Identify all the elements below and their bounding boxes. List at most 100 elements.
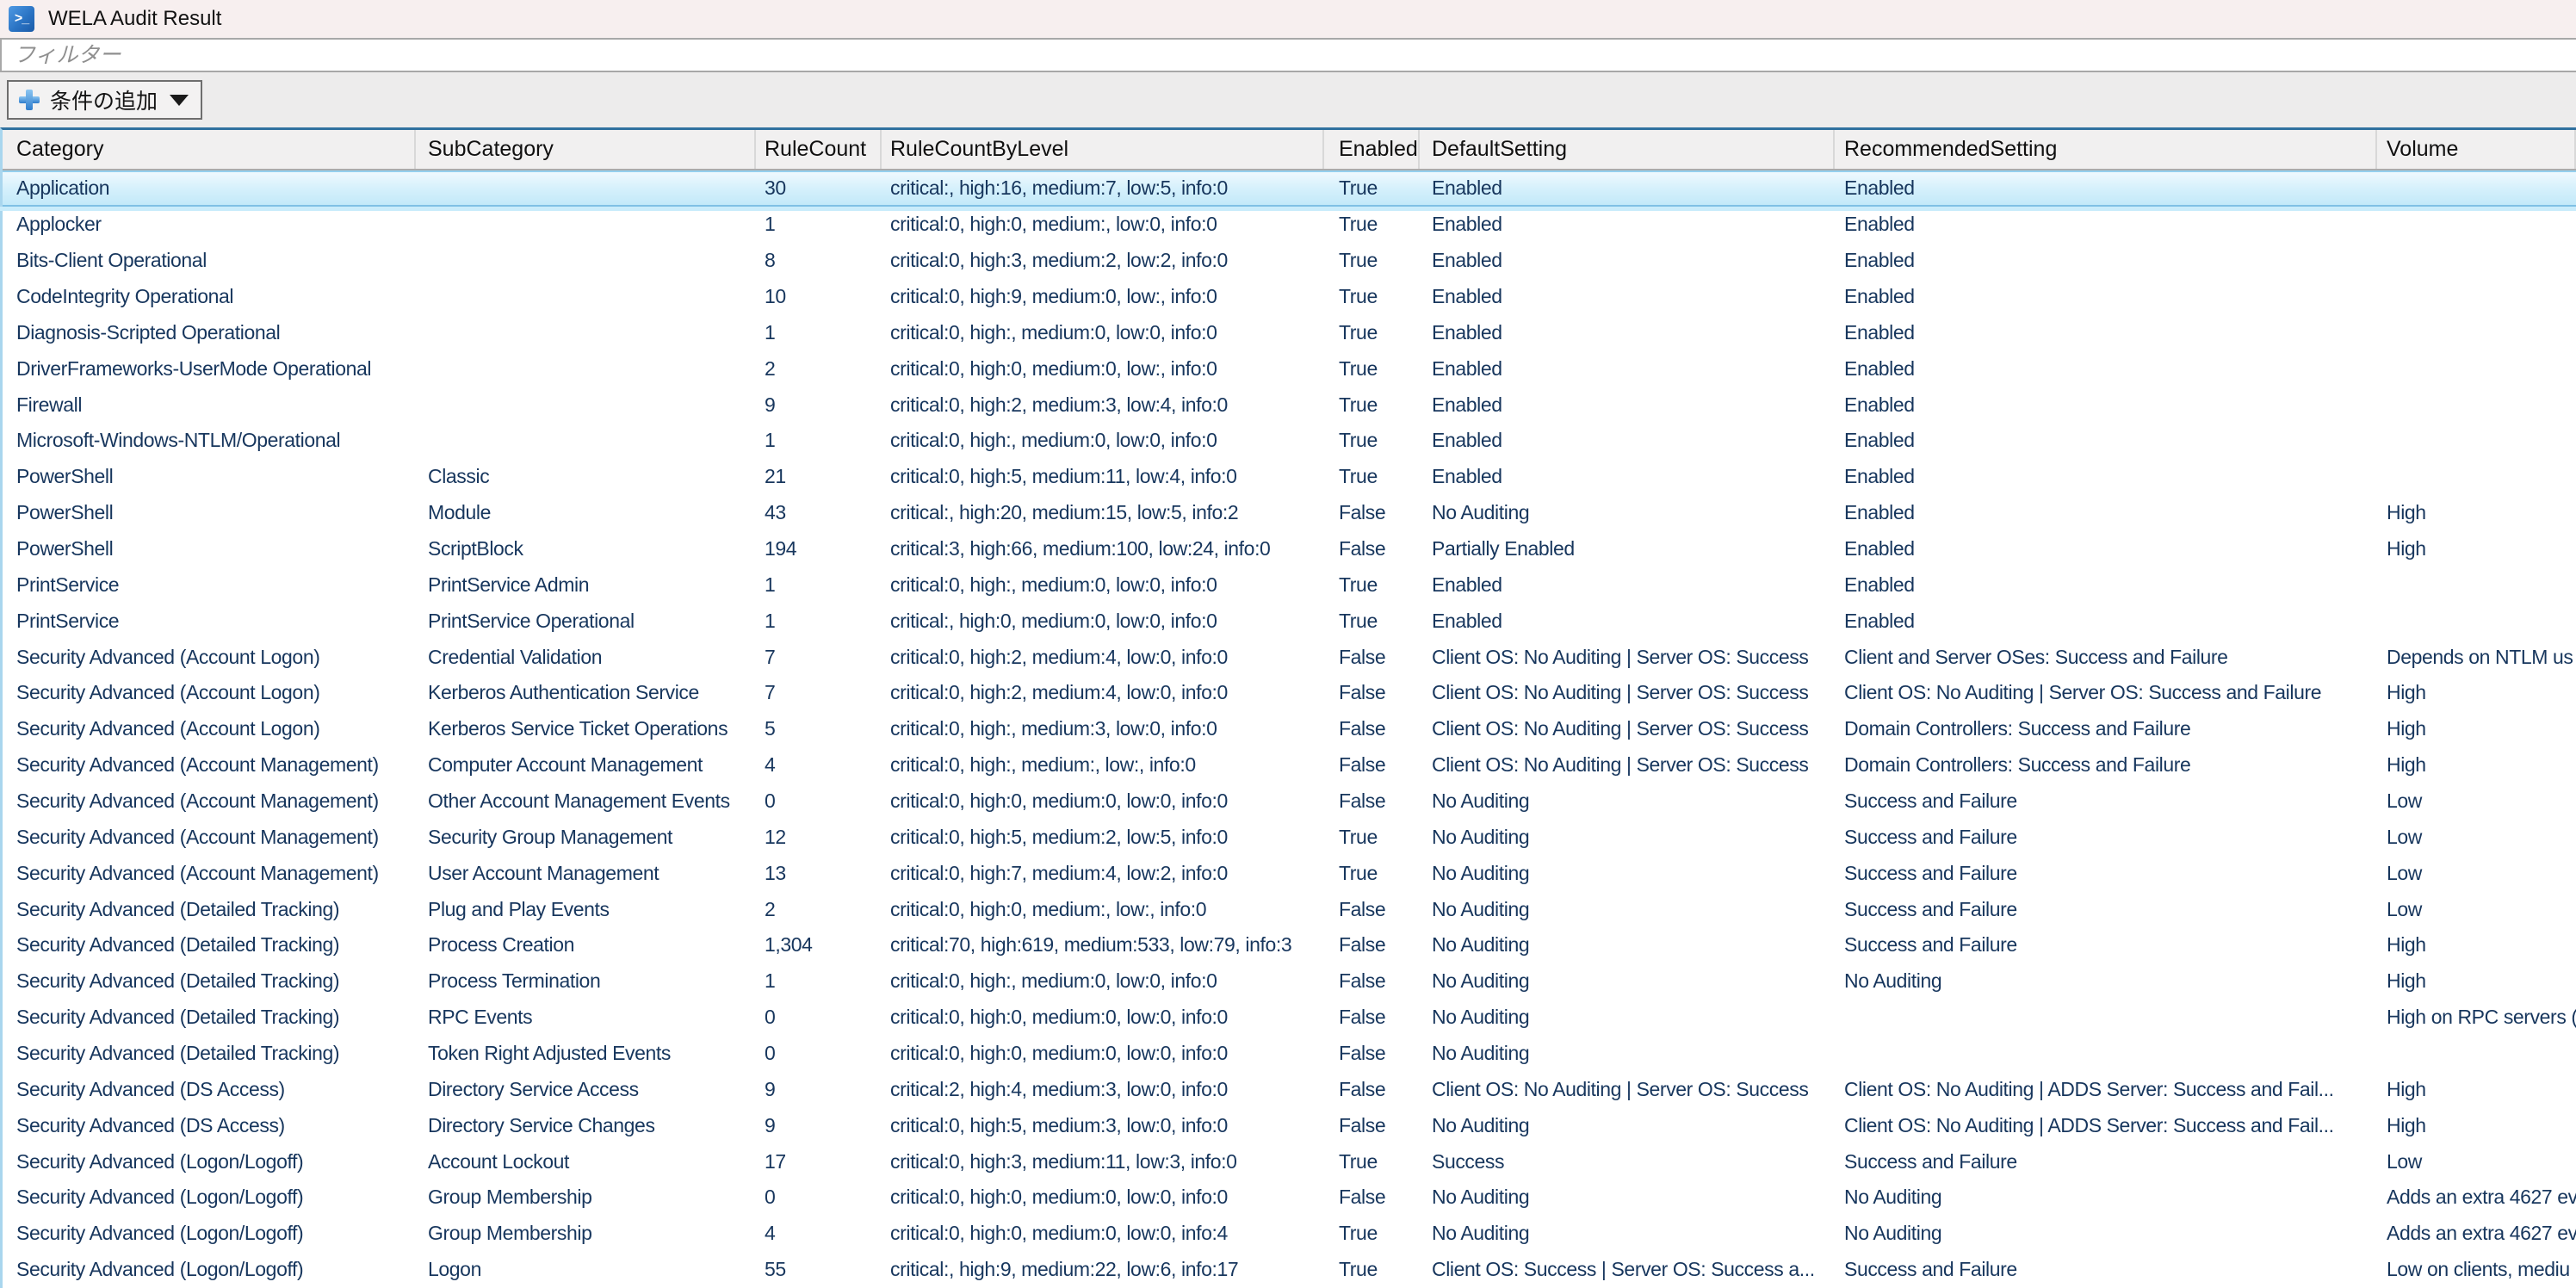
- cell-rulecount[interactable]: 1: [756, 207, 882, 243]
- cell-rulecountbylevel[interactable]: critical:0, high:5, medium:3, low:0, inf…: [882, 1107, 1324, 1143]
- cell-subcategory[interactable]: Token Right Adjusted Events: [416, 1036, 756, 1072]
- table-row[interactable]: Security Advanced (Account Management)Co…: [3, 747, 2576, 783]
- add-criteria-button[interactable]: 条件の追加: [7, 80, 202, 120]
- table-row[interactable]: Bits-Client Operational8critical:0, high…: [3, 243, 2576, 279]
- cell-category[interactable]: Security Advanced (DS Access): [3, 1071, 416, 1107]
- column-header-recommendedsetting[interactable]: RecommendedSetting: [1835, 130, 2377, 169]
- cell-defaultsetting[interactable]: Enabled: [1420, 603, 1835, 639]
- cell-recommendedsetting[interactable]: Enabled: [1835, 387, 2377, 423]
- table-row[interactable]: Firewall9critical:0, high:2, medium:3, l…: [3, 387, 2576, 423]
- cell-category[interactable]: Security Advanced (DS Access): [3, 1107, 416, 1143]
- cell-volume[interactable]: Adds an extra 4627 ev: [2377, 1216, 2576, 1252]
- cell-category[interactable]: Security Advanced (Detailed Tracking): [3, 1000, 416, 1036]
- cell-defaultsetting[interactable]: No Auditing: [1420, 1180, 1835, 1216]
- cell-defaultsetting[interactable]: No Auditing: [1420, 495, 1835, 531]
- cell-rulecountbylevel[interactable]: critical:2, high:4, medium:3, low:0, inf…: [882, 1071, 1324, 1107]
- cell-category[interactable]: Security Advanced (Account Management): [3, 747, 416, 783]
- cell-subcategory[interactable]: User Account Management: [416, 855, 756, 891]
- cell-volume[interactable]: Low: [2377, 855, 2576, 891]
- cell-category[interactable]: PowerShell: [3, 459, 416, 495]
- cell-subcategory[interactable]: Other Account Management Events: [416, 783, 756, 820]
- cell-rulecountbylevel[interactable]: critical:0, high:, medium:3, low:0, info…: [882, 711, 1324, 747]
- cell-subcategory[interactable]: Plug and Play Events: [416, 891, 756, 927]
- cell-rulecount[interactable]: 4: [756, 1216, 882, 1252]
- cell-defaultsetting[interactable]: Enabled: [1420, 314, 1835, 350]
- cell-enabled[interactable]: False: [1324, 891, 1420, 927]
- cell-enabled[interactable]: True: [1324, 567, 1420, 603]
- table-row[interactable]: Diagnosis-Scripted Operational1critical:…: [3, 314, 2576, 350]
- cell-rulecount[interactable]: 1: [756, 567, 882, 603]
- cell-enabled[interactable]: False: [1324, 747, 1420, 783]
- table-row[interactable]: Applocker1critical:0, high:0, medium:, l…: [3, 207, 2576, 243]
- cell-subcategory[interactable]: Computer Account Management: [416, 747, 756, 783]
- cell-rulecount[interactable]: 0: [756, 1000, 882, 1036]
- cell-recommendedsetting[interactable]: Success and Failure: [1835, 891, 2377, 927]
- cell-rulecountbylevel[interactable]: critical:0, high:7, medium:4, low:2, inf…: [882, 855, 1324, 891]
- cell-rulecount[interactable]: 2: [756, 350, 882, 387]
- cell-volume[interactable]: Adds an extra 4627 ev: [2377, 1180, 2576, 1216]
- cell-defaultsetting[interactable]: Client OS: No Auditing | Server OS: Succ…: [1420, 1071, 1835, 1107]
- cell-recommendedsetting[interactable]: Enabled: [1835, 172, 2377, 205]
- cell-volume[interactable]: [2377, 314, 2576, 350]
- cell-category[interactable]: Security Advanced (Account Management): [3, 783, 416, 820]
- cell-recommendedsetting[interactable]: Success and Failure: [1835, 1143, 2377, 1180]
- cell-volume[interactable]: [2377, 603, 2576, 639]
- cell-recommendedsetting[interactable]: Enabled: [1835, 314, 2377, 350]
- cell-recommendedsetting[interactable]: Client and Server OSes: Success and Fail…: [1835, 639, 2377, 675]
- cell-recommendedsetting[interactable]: Success and Failure: [1835, 855, 2377, 891]
- table-row[interactable]: Security Advanced (Logon/Logoff)Group Me…: [3, 1216, 2576, 1252]
- cell-rulecountbylevel[interactable]: critical:, high:20, medium:15, low:5, in…: [882, 495, 1324, 531]
- table-row[interactable]: Security Advanced (DS Access)Directory S…: [3, 1107, 2576, 1143]
- cell-volume[interactable]: [2377, 423, 2576, 459]
- cell-rulecount[interactable]: 9: [756, 1071, 882, 1107]
- cell-subcategory[interactable]: Kerberos Authentication Service: [416, 675, 756, 711]
- cell-category[interactable]: PrintService: [3, 603, 416, 639]
- cell-rulecountbylevel[interactable]: critical:0, high:3, medium:2, low:2, inf…: [882, 243, 1324, 279]
- cell-volume[interactable]: [2377, 387, 2576, 423]
- cell-recommendedsetting[interactable]: Success and Failure: [1835, 1252, 2377, 1288]
- cell-defaultsetting[interactable]: Enabled: [1420, 423, 1835, 459]
- table-row[interactable]: PrintServicePrintService Admin1critical:…: [3, 567, 2576, 603]
- cell-category[interactable]: Security Advanced (Logon/Logoff): [3, 1252, 416, 1288]
- cell-defaultsetting[interactable]: Enabled: [1420, 172, 1835, 205]
- cell-defaultsetting[interactable]: Enabled: [1420, 459, 1835, 495]
- cell-recommendedsetting[interactable]: Enabled: [1835, 207, 2377, 243]
- cell-rulecount[interactable]: 2: [756, 891, 882, 927]
- cell-volume[interactable]: [2377, 567, 2576, 603]
- cell-category[interactable]: Diagnosis-Scripted Operational: [3, 314, 416, 350]
- column-header-rulecountbylevel[interactable]: RuleCountByLevel: [882, 130, 1324, 169]
- cell-category[interactable]: PowerShell: [3, 531, 416, 567]
- cell-defaultsetting[interactable]: Enabled: [1420, 207, 1835, 243]
- cell-enabled[interactable]: True: [1324, 314, 1420, 350]
- cell-recommendedsetting[interactable]: No Auditing: [1835, 1180, 2377, 1216]
- cell-rulecountbylevel[interactable]: critical:0, high:5, medium:11, low:4, in…: [882, 459, 1324, 495]
- cell-subcategory[interactable]: [416, 314, 756, 350]
- cell-category[interactable]: Security Advanced (Account Logon): [3, 711, 416, 747]
- cell-rulecount[interactable]: 9: [756, 387, 882, 423]
- cell-rulecount[interactable]: 17: [756, 1143, 882, 1180]
- cell-category[interactable]: CodeIntegrity Operational: [3, 279, 416, 315]
- table-row[interactable]: Security Advanced (Detailed Tracking)Pro…: [3, 963, 2576, 1000]
- cell-recommendedsetting[interactable]: No Auditing: [1835, 963, 2377, 1000]
- cell-rulecountbylevel[interactable]: critical:0, high:0, medium:0, low:, info…: [882, 350, 1324, 387]
- cell-recommendedsetting[interactable]: Client OS: No Auditing | Server OS: Succ…: [1835, 675, 2377, 711]
- cell-volume[interactable]: Low: [2377, 783, 2576, 820]
- cell-subcategory[interactable]: Directory Service Changes: [416, 1107, 756, 1143]
- cell-enabled[interactable]: True: [1324, 350, 1420, 387]
- cell-defaultsetting[interactable]: Client OS: No Auditing | Server OS: Succ…: [1420, 747, 1835, 783]
- cell-category[interactable]: PowerShell: [3, 495, 416, 531]
- table-row[interactable]: Security Advanced (Detailed Tracking)Pro…: [3, 927, 2576, 963]
- cell-rulecount[interactable]: 10: [756, 279, 882, 315]
- cell-subcategory[interactable]: Process Creation: [416, 927, 756, 963]
- column-header-volume[interactable]: Volume: [2377, 130, 2576, 169]
- cell-recommendedsetting[interactable]: [1835, 1036, 2377, 1072]
- cell-recommendedsetting[interactable]: Enabled: [1835, 603, 2377, 639]
- cell-rulecountbylevel[interactable]: critical:3, high:66, medium:100, low:24,…: [882, 531, 1324, 567]
- cell-category[interactable]: Security Advanced (Logon/Logoff): [3, 1180, 416, 1216]
- cell-enabled[interactable]: False: [1324, 963, 1420, 1000]
- cell-recommendedsetting[interactable]: Success and Failure: [1835, 819, 2377, 855]
- table-row[interactable]: Microsoft-Windows-NTLM/Operational1criti…: [3, 423, 2576, 459]
- cell-enabled[interactable]: False: [1324, 1071, 1420, 1107]
- cell-rulecount[interactable]: 194: [756, 531, 882, 567]
- cell-defaultsetting[interactable]: Partially Enabled: [1420, 531, 1835, 567]
